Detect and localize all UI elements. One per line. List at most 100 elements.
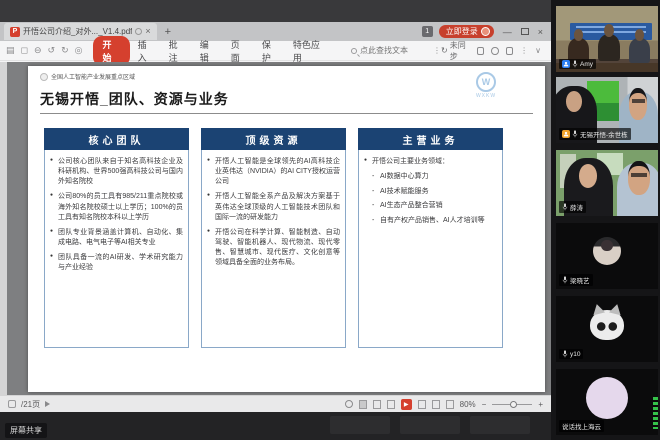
presenter-badge-icon bbox=[562, 130, 570, 138]
left-panel-rail[interactable] bbox=[0, 62, 7, 395]
sub-bullet: AI数据中心算力 bbox=[364, 172, 497, 183]
column-body: 公司核心团队来自于知名高科技企业及科研机构、世界500强高科技公司与国内外知名院… bbox=[44, 150, 189, 348]
participants-sidebar: Amy 无锡开悟-余世栋 bbox=[551, 0, 660, 440]
settings-icon[interactable] bbox=[491, 47, 498, 55]
screen-share-status[interactable]: 屏幕共享 bbox=[5, 423, 47, 438]
redo-icon[interactable]: ↻ bbox=[61, 45, 69, 56]
login-button[interactable]: 立即登录 bbox=[439, 25, 494, 38]
mic-icon bbox=[562, 350, 568, 358]
search-input[interactable] bbox=[360, 46, 430, 55]
collapse-ribbon-icon[interactable]: ∨ bbox=[535, 46, 541, 55]
zoom-out-icon[interactable]: − bbox=[482, 400, 487, 409]
bulb-icon bbox=[135, 28, 142, 35]
share-doc-icon[interactable] bbox=[477, 47, 484, 55]
document-tab[interactable]: P 开悟公司介绍_对外..._V1.4.pdf × bbox=[4, 23, 157, 40]
video-tile-3[interactable]: 薛涛 bbox=[556, 150, 658, 216]
bullet: 开悟人工智能全系产品及解决方案基于英伟达全球顶级的人工智能技术团队和国际一流的研… bbox=[207, 192, 340, 222]
new-tab-button[interactable]: + bbox=[165, 26, 171, 38]
slide-title: 无锡开悟_团队、资源与业务 bbox=[40, 89, 229, 109]
participant-name-tag: 薛涛 bbox=[559, 201, 586, 213]
hand-tool-icon[interactable] bbox=[8, 400, 16, 408]
mic-icon bbox=[572, 130, 578, 138]
zoom-slider[interactable] bbox=[492, 404, 532, 405]
column-main-business: 主营业务 开悟公司主要业务领域： AI数据中心算力 AI技术赋能服务 AI生态产… bbox=[358, 128, 503, 348]
rotate-icon[interactable] bbox=[446, 400, 454, 409]
sync-status[interactable]: ↻ 未同步 bbox=[441, 40, 470, 62]
view-mode-read-icon[interactable] bbox=[359, 400, 367, 409]
participant-name-tag: 无锡开悟-余世栋 bbox=[559, 128, 631, 140]
participant-name-tag: 梁晓艺 bbox=[559, 274, 593, 286]
taskbar-ghost bbox=[470, 416, 530, 434]
menu-edit[interactable]: 编辑 bbox=[200, 38, 217, 64]
close-button[interactable]: × bbox=[535, 27, 546, 37]
bottom-strip: 屏幕共享 bbox=[0, 412, 551, 440]
eyebrow-logo-icon bbox=[40, 73, 48, 81]
company-logo: W WXKW bbox=[471, 72, 501, 99]
bullet: 开悟人工智能是全球领先的AI高科技企业英伟达（NVIDIA）的AI CITY授权… bbox=[207, 157, 340, 187]
sub-bullet: 自有产权产品销售、AI人才培训等 bbox=[364, 216, 497, 227]
menu-protect[interactable]: 保护 bbox=[262, 38, 279, 64]
column-body: 开悟人工智能是全球领先的AI高科技企业英伟达（NVIDIA）的AI CITY授权… bbox=[201, 150, 346, 348]
bullet: 公司80%的员工具有985/211重点院校或海外知名院校硕士以上学历；100%的… bbox=[50, 192, 183, 222]
undo-icon[interactable]: ↺ bbox=[48, 45, 56, 56]
column-header: 主营业务 bbox=[358, 128, 503, 150]
login-avatar-icon bbox=[481, 27, 490, 36]
menu-icon[interactable]: ▤ bbox=[6, 45, 15, 56]
menu-annotate[interactable]: 批注 bbox=[169, 38, 186, 64]
participant-name-tag: 说话找上海云 bbox=[559, 420, 604, 432]
column-header: 顶级资源 bbox=[201, 128, 346, 150]
comment-icon[interactable] bbox=[506, 47, 513, 55]
tab-close-icon[interactable]: × bbox=[145, 27, 150, 36]
zoom-level[interactable]: 80% bbox=[460, 400, 476, 409]
video-tile-6[interactable]: 说话找上海云 bbox=[556, 369, 658, 435]
bullet: 团队具备一流的AI研发、学术研究能力与产业经验 bbox=[50, 253, 183, 273]
company-logo-icon: W bbox=[476, 72, 496, 92]
save-icon[interactable]: ◻ bbox=[21, 45, 28, 56]
participant-name-tag: Amy bbox=[559, 59, 596, 69]
bullet: 开悟公司在科学计算、智能制造、自动驾驶、智能机器人、现代物流、现代零售、智慧城市… bbox=[207, 228, 340, 269]
avatar bbox=[593, 237, 621, 265]
video-tile-4[interactable]: 梁晓艺 bbox=[556, 223, 658, 289]
more-icon[interactable]: ⋮ bbox=[520, 46, 528, 55]
menu-start[interactable]: 开始 bbox=[93, 36, 130, 66]
view-mode-double-icon[interactable] bbox=[387, 400, 395, 409]
taskbar-ghost bbox=[330, 416, 390, 434]
zoom-slider-knob[interactable] bbox=[510, 401, 517, 408]
print-icon[interactable]: ⊖ bbox=[34, 45, 42, 56]
mic-icon bbox=[572, 60, 578, 68]
mic-icon bbox=[562, 203, 568, 211]
find-text-box[interactable]: ⋮ bbox=[351, 46, 441, 55]
video-tile-5[interactable]: y10 bbox=[556, 296, 658, 362]
wps-pdf-window: P 开悟公司介绍_对外..._V1.4.pdf × + 1 立即登录 — × ▤… bbox=[0, 22, 551, 412]
menu-insert[interactable]: 插入 bbox=[138, 38, 155, 64]
slide-page: 全国人工智能产业发展重点区域 无锡开悟_团队、资源与业务 W WXKW 核心团队… bbox=[28, 66, 545, 392]
restore-button[interactable] bbox=[521, 28, 529, 35]
slide-eyebrow: 全国人工智能产业发展重点区域 bbox=[40, 72, 135, 81]
sub-bullet: AI生态产品整合营销 bbox=[364, 201, 497, 212]
fit-width-icon[interactable] bbox=[418, 400, 426, 409]
fit-page-icon[interactable] bbox=[432, 400, 440, 409]
view-mode-single-icon[interactable] bbox=[373, 400, 381, 409]
eye-protect-icon[interactable] bbox=[345, 400, 353, 408]
search-icon bbox=[351, 48, 357, 54]
participant-name-tag: y10 bbox=[559, 349, 583, 359]
user-icon[interactable]: ◎ bbox=[75, 45, 83, 56]
video-tile-1[interactable]: Amy bbox=[556, 6, 658, 72]
slideshow-icon[interactable]: ▶ bbox=[401, 399, 412, 410]
video-tile-2[interactable]: 无锡开悟-余世栋 bbox=[556, 77, 658, 143]
cat-avatar bbox=[590, 310, 624, 340]
page-indicator[interactable]: /21页 bbox=[21, 399, 40, 410]
menu-special-apps[interactable]: 特色应用 bbox=[293, 38, 327, 64]
taskbar-ghost bbox=[400, 416, 460, 434]
bullet: 团队专业背景涵盖计算机、自动化、集成电路、电气电子等AI相关专业 bbox=[50, 228, 183, 248]
status-bar: /21页 ▶ 80% − + bbox=[0, 395, 551, 412]
bullet: 开悟公司主要业务领域： bbox=[364, 157, 497, 167]
next-page-icon[interactable] bbox=[45, 401, 50, 407]
column-top-resources: 顶级资源 开悟人工智能是全球领先的AI高科技企业英伟达（NVIDIA）的AI C… bbox=[201, 128, 346, 348]
minimize-button[interactable]: — bbox=[500, 27, 515, 37]
zoom-in-icon[interactable]: + bbox=[538, 400, 543, 409]
search-more-icon[interactable]: ⋮ bbox=[433, 46, 441, 55]
doc-count-badge[interactable]: 1 bbox=[422, 26, 433, 37]
audio-level-meter bbox=[653, 397, 658, 429]
menu-page[interactable]: 页面 bbox=[231, 38, 248, 64]
